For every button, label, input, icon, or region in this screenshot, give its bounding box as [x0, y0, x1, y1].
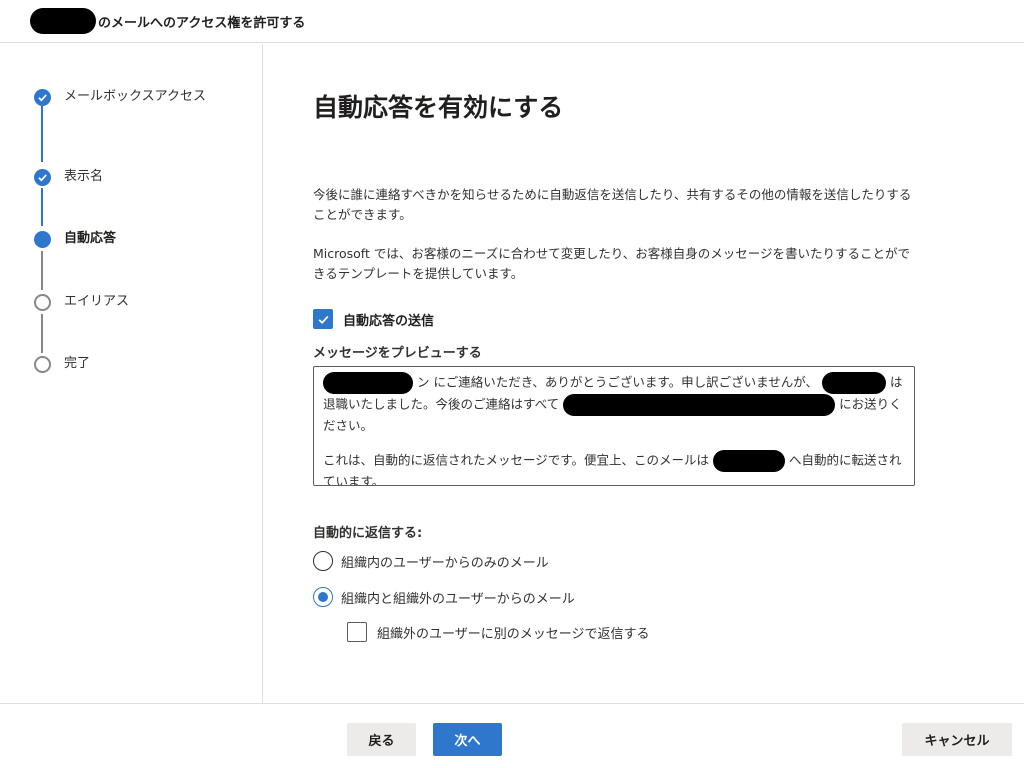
checkbox-checked-icon[interactable]: [313, 309, 333, 329]
external-separate-message-checkbox[interactable]: 組織外のユーザーに別のメッセージで返信する: [347, 622, 649, 642]
wizard-step-complete: 完了: [34, 356, 209, 375]
wizard-sidebar: メールボックスアクセス 表示名 自動応答 エイリアス 完了: [0, 44, 263, 704]
radio-unselected-icon[interactable]: [313, 551, 333, 571]
step-connector: [41, 314, 43, 353]
preview-text: ン にご連絡いただき、ありがとうございます。申し訳ございませんが、: [416, 374, 818, 390]
send-auto-reply-label: 自動応答の送信: [343, 313, 435, 329]
check-icon: [34, 89, 51, 106]
send-auto-reply-checkbox[interactable]: 自動応答の送信: [313, 309, 434, 329]
external-separate-label: 組織外のユーザーに別のメッセージで返信する: [377, 626, 650, 642]
step-label: 完了: [64, 356, 91, 371]
header-title: のメールへのアクセス権を許可する: [30, 8, 305, 34]
redacted-name: [821, 372, 886, 394]
checkbox-unchecked-icon[interactable]: [347, 622, 367, 642]
preview-text: これは、自動的に返信されたメッセージです。便宜上、このメールは: [323, 452, 710, 468]
step-label: 表示名: [64, 169, 104, 184]
radio-dot: [318, 592, 328, 602]
pending-step-icon: [34, 356, 51, 373]
wizard-step-display-name: 表示名: [34, 169, 209, 188]
step-label: 自動応答: [64, 231, 117, 246]
radio-internal-only[interactable]: 組織内のユーザーからのみのメール: [313, 551, 549, 571]
redacted-email: [563, 394, 836, 416]
header-title-text: のメールへのアクセス権を許可する: [98, 15, 306, 31]
radio-selected-icon[interactable]: [313, 587, 333, 607]
preview-label: メッセージをプレビューする: [313, 346, 482, 361]
page-title: 自動応答を有効にする: [313, 93, 564, 122]
cancel-button[interactable]: キャンセル: [902, 723, 1012, 756]
radio-label: 組織内のユーザーからのみのメール: [341, 555, 549, 571]
radio-internal-external[interactable]: 組織内と組織外のユーザーからのメール: [313, 587, 575, 607]
dialog-footer: 戻る 次へ キャンセル: [0, 703, 1024, 768]
wizard-step-alias: エイリアス: [34, 294, 209, 313]
redacted-name: [323, 372, 413, 394]
pending-step-icon: [34, 294, 51, 311]
radio-label: 組織内と組織外のユーザーからのメール: [341, 591, 575, 607]
redacted-mailbox-name: [30, 8, 96, 34]
step-connector: [41, 251, 43, 290]
description-paragraph: 今後に誰に連絡すべきかを知らせるために自動返信を送信したり、共有するその他の情報…: [313, 187, 912, 222]
step-label: メールボックスアクセス: [64, 89, 206, 104]
wizard-step-mailbox-access: メールボックスアクセス: [34, 89, 209, 108]
preview-paragraph-1: ン にご連絡いただき、ありがとうございます。申し訳ございませんが、 は退職いたし…: [323, 372, 905, 436]
check-icon: [34, 169, 51, 186]
next-button[interactable]: 次へ: [433, 723, 502, 756]
preview-paragraph-2: これは、自動的に返信されたメッセージです。便宜上、このメールは へ自動的に転送さ…: [323, 450, 905, 485]
message-preview-box: ン にご連絡いただき、ありがとうございます。申し訳ございませんが、 は退職いたし…: [313, 366, 915, 486]
step-connector: [41, 188, 43, 226]
redacted-name: [713, 450, 785, 472]
step-connector: [41, 106, 43, 162]
back-button[interactable]: 戻る: [347, 723, 416, 756]
current-step-icon: [34, 231, 51, 248]
wizard-step-auto-reply: 自動応答: [34, 231, 209, 250]
step-label: エイリアス: [64, 294, 130, 309]
auto-reply-to-label: 自動的に返信する:: [313, 526, 423, 541]
dialog-header: のメールへのアクセス権を許可する: [0, 0, 1024, 43]
template-paragraph: Microsoft では、お客様のニーズに合わせて変更したり、お客様自身のメッセ…: [313, 246, 910, 281]
